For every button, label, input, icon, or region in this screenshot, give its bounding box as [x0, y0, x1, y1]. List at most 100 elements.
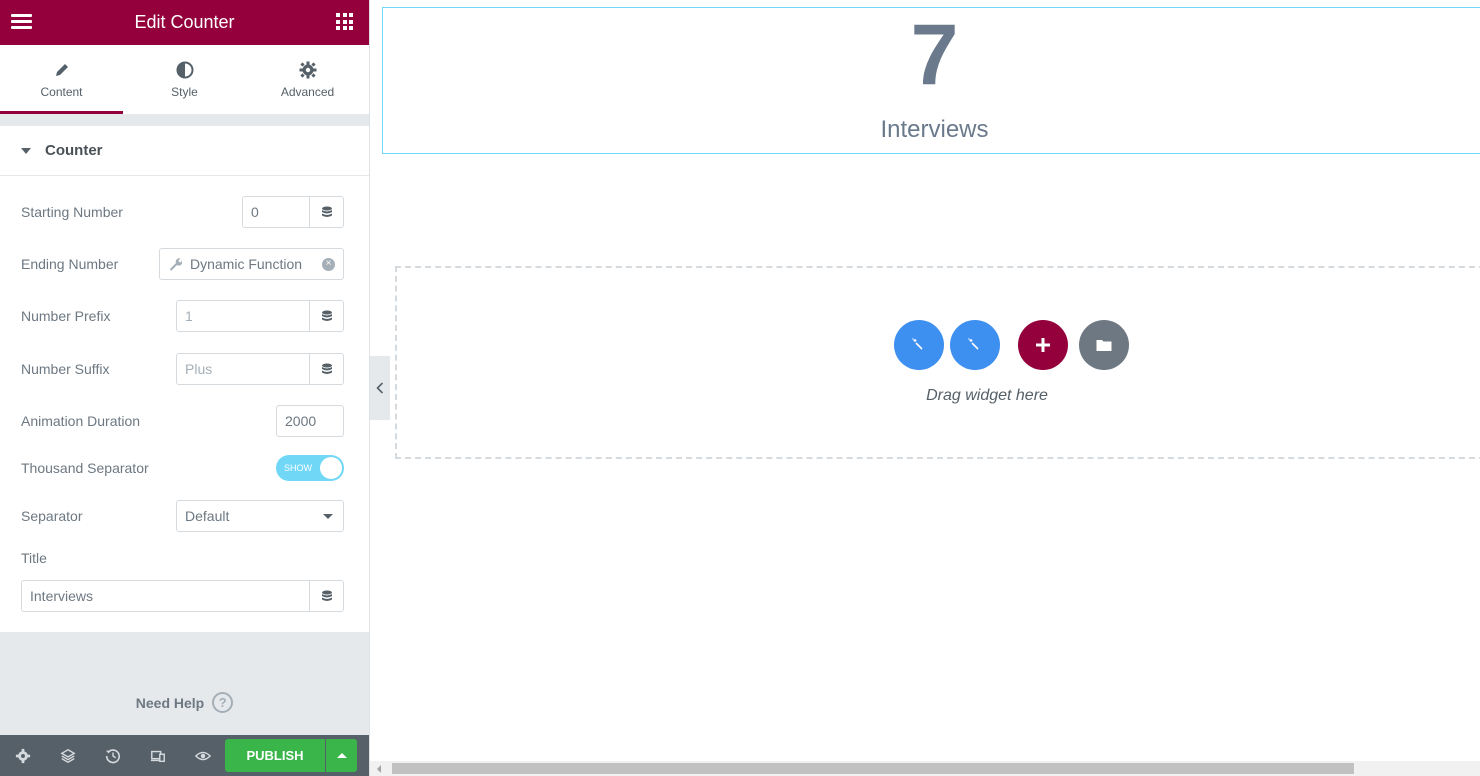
- field-starting-number: Starting Number 0: [21, 196, 344, 228]
- remove-tag-icon[interactable]: ×: [322, 257, 335, 271]
- tab-advanced-label: Advanced: [280, 84, 335, 99]
- preview-button[interactable]: [180, 735, 225, 776]
- animation-duration-label: Animation Duration: [21, 413, 141, 429]
- tab-style[interactable]: Style: [123, 45, 246, 114]
- switch-knob: [320, 457, 342, 479]
- publish-options-button[interactable]: [326, 739, 357, 772]
- contrast-icon: [176, 61, 193, 78]
- need-help-link[interactable]: Need Help ?: [0, 692, 369, 713]
- magic-wand-button[interactable]: [950, 320, 1000, 370]
- controls: Starting Number 0 Ending Number Dynamic …: [0, 176, 369, 632]
- field-thousand-separator: Thousand Separator SHOW: [21, 452, 344, 484]
- caret-down-icon: [21, 147, 31, 154]
- add-template-button[interactable]: [1079, 320, 1129, 370]
- section-title: Counter: [45, 142, 103, 159]
- scroll-left-arrow-icon[interactable]: [377, 765, 381, 773]
- add-section-dropzone[interactable]: Drag widget here: [395, 266, 1480, 459]
- history-icon: [105, 748, 120, 763]
- need-help-label: Need Help: [135, 694, 205, 711]
- title-input[interactable]: Interviews: [21, 580, 344, 612]
- ending-number-dynamic-tag[interactable]: Dynamic Function ×: [159, 248, 344, 280]
- scrollbar-thumb[interactable]: [392, 763, 1354, 774]
- gear-icon: [15, 748, 30, 763]
- field-title: Interviews: [21, 580, 344, 612]
- settings-button[interactable]: [0, 735, 45, 776]
- gear-icon: [299, 61, 316, 78]
- field-title-label-row: Title: [21, 542, 344, 574]
- plus-icon: [1036, 338, 1050, 352]
- separator-label: Separator: [21, 508, 83, 524]
- pencil-icon: [55, 63, 68, 76]
- layers-icon: [59, 748, 76, 763]
- navigator-button[interactable]: [45, 735, 90, 776]
- switch-on-text: SHOW: [284, 463, 312, 473]
- number-suffix-label: Number Suffix: [21, 361, 110, 377]
- editor-panel: Edit Counter Content Style Advanced Coun…: [0, 0, 369, 776]
- ending-number-label: Ending Number: [21, 256, 119, 272]
- help-question-icon: ?: [212, 692, 234, 713]
- field-number-prefix: Number Prefix 1: [21, 300, 344, 332]
- horizontal-scrollbar[interactable]: [370, 761, 1480, 776]
- number-prefix-label: Number Prefix: [21, 308, 111, 324]
- number-prefix-placeholder: 1: [185, 308, 193, 324]
- folder-icon: [1096, 340, 1112, 351]
- publish-button[interactable]: PUBLISH: [225, 739, 325, 772]
- database-icon: [321, 206, 332, 217]
- starting-number-input[interactable]: 0: [242, 196, 344, 228]
- field-separator: Separator Default: [21, 500, 344, 532]
- history-button[interactable]: [90, 735, 135, 776]
- eye-icon: [194, 751, 211, 760]
- title-value: Interviews: [30, 588, 94, 604]
- field-animation-duration: Animation Duration 2000: [21, 405, 344, 437]
- dynamic-tags-button[interactable]: [309, 301, 343, 331]
- starting-number-label: Starting Number: [21, 204, 123, 220]
- database-icon: [321, 363, 332, 374]
- add-section-button[interactable]: [1018, 320, 1068, 370]
- title-label: Title: [21, 550, 47, 566]
- number-suffix-placeholder: Plus: [185, 361, 213, 377]
- field-number-suffix: Number Suffix Plus: [21, 353, 344, 385]
- tab-content[interactable]: Content: [0, 45, 123, 114]
- database-icon: [321, 590, 332, 601]
- panel-header: Edit Counter: [0, 0, 369, 45]
- tab-style-label: Style: [171, 84, 198, 99]
- panel-footer: PUBLISH: [0, 735, 369, 776]
- menu-icon[interactable]: [11, 14, 32, 30]
- counter-widget[interactable]: 7 Interviews: [382, 7, 1480, 154]
- magic-wand-button[interactable]: [894, 320, 944, 370]
- tab-content-label: Content: [40, 84, 83, 99]
- field-ending-number: Ending Number Dynamic Function ×: [21, 248, 344, 280]
- dynamic-tags-button[interactable]: [309, 197, 343, 227]
- animation-duration-input[interactable]: 2000: [276, 405, 344, 437]
- separator-select[interactable]: Default: [176, 500, 344, 532]
- thousand-separator-label: Thousand Separator: [21, 460, 149, 476]
- section-toggle[interactable]: Counter: [0, 126, 369, 176]
- preview-canvas: 7 Interviews Drag widget here: [369, 0, 1480, 776]
- counter-number: 7: [910, 7, 959, 103]
- ending-number-value: Dynamic Function: [190, 256, 303, 272]
- number-prefix-input[interactable]: 1: [176, 300, 344, 332]
- responsive-devices-icon: [150, 750, 165, 762]
- number-suffix-input[interactable]: Plus: [176, 353, 344, 385]
- magic-wand-icon: [912, 338, 923, 350]
- magic-wand-icon: [968, 338, 979, 350]
- dynamic-tags-button[interactable]: [309, 354, 343, 384]
- starting-number-value: 0: [251, 204, 259, 220]
- counter-section: Counter Starting Number 0 Ending Number …: [0, 126, 369, 632]
- tab-advanced[interactable]: Advanced: [246, 45, 369, 114]
- animation-duration-value: 2000: [285, 413, 317, 429]
- thousand-separator-switch[interactable]: SHOW: [276, 455, 344, 481]
- caret-up-icon: [336, 753, 347, 758]
- drag-widget-hint: Drag widget here: [926, 387, 1048, 404]
- add-section-buttons: [894, 320, 1135, 370]
- responsive-mode-button[interactable]: [135, 735, 180, 776]
- panel-tabs: Content Style Advanced: [0, 45, 369, 114]
- separator-value: Default: [185, 508, 230, 524]
- widgets-grid-icon[interactable]: [336, 13, 353, 30]
- chevron-down-icon: [323, 513, 333, 519]
- dynamic-tags-button[interactable]: [309, 581, 343, 611]
- wrench-icon: [170, 258, 182, 271]
- counter-title: Interviews: [880, 116, 989, 143]
- database-icon: [321, 310, 332, 321]
- panel-title: Edit Counter: [134, 12, 235, 32]
